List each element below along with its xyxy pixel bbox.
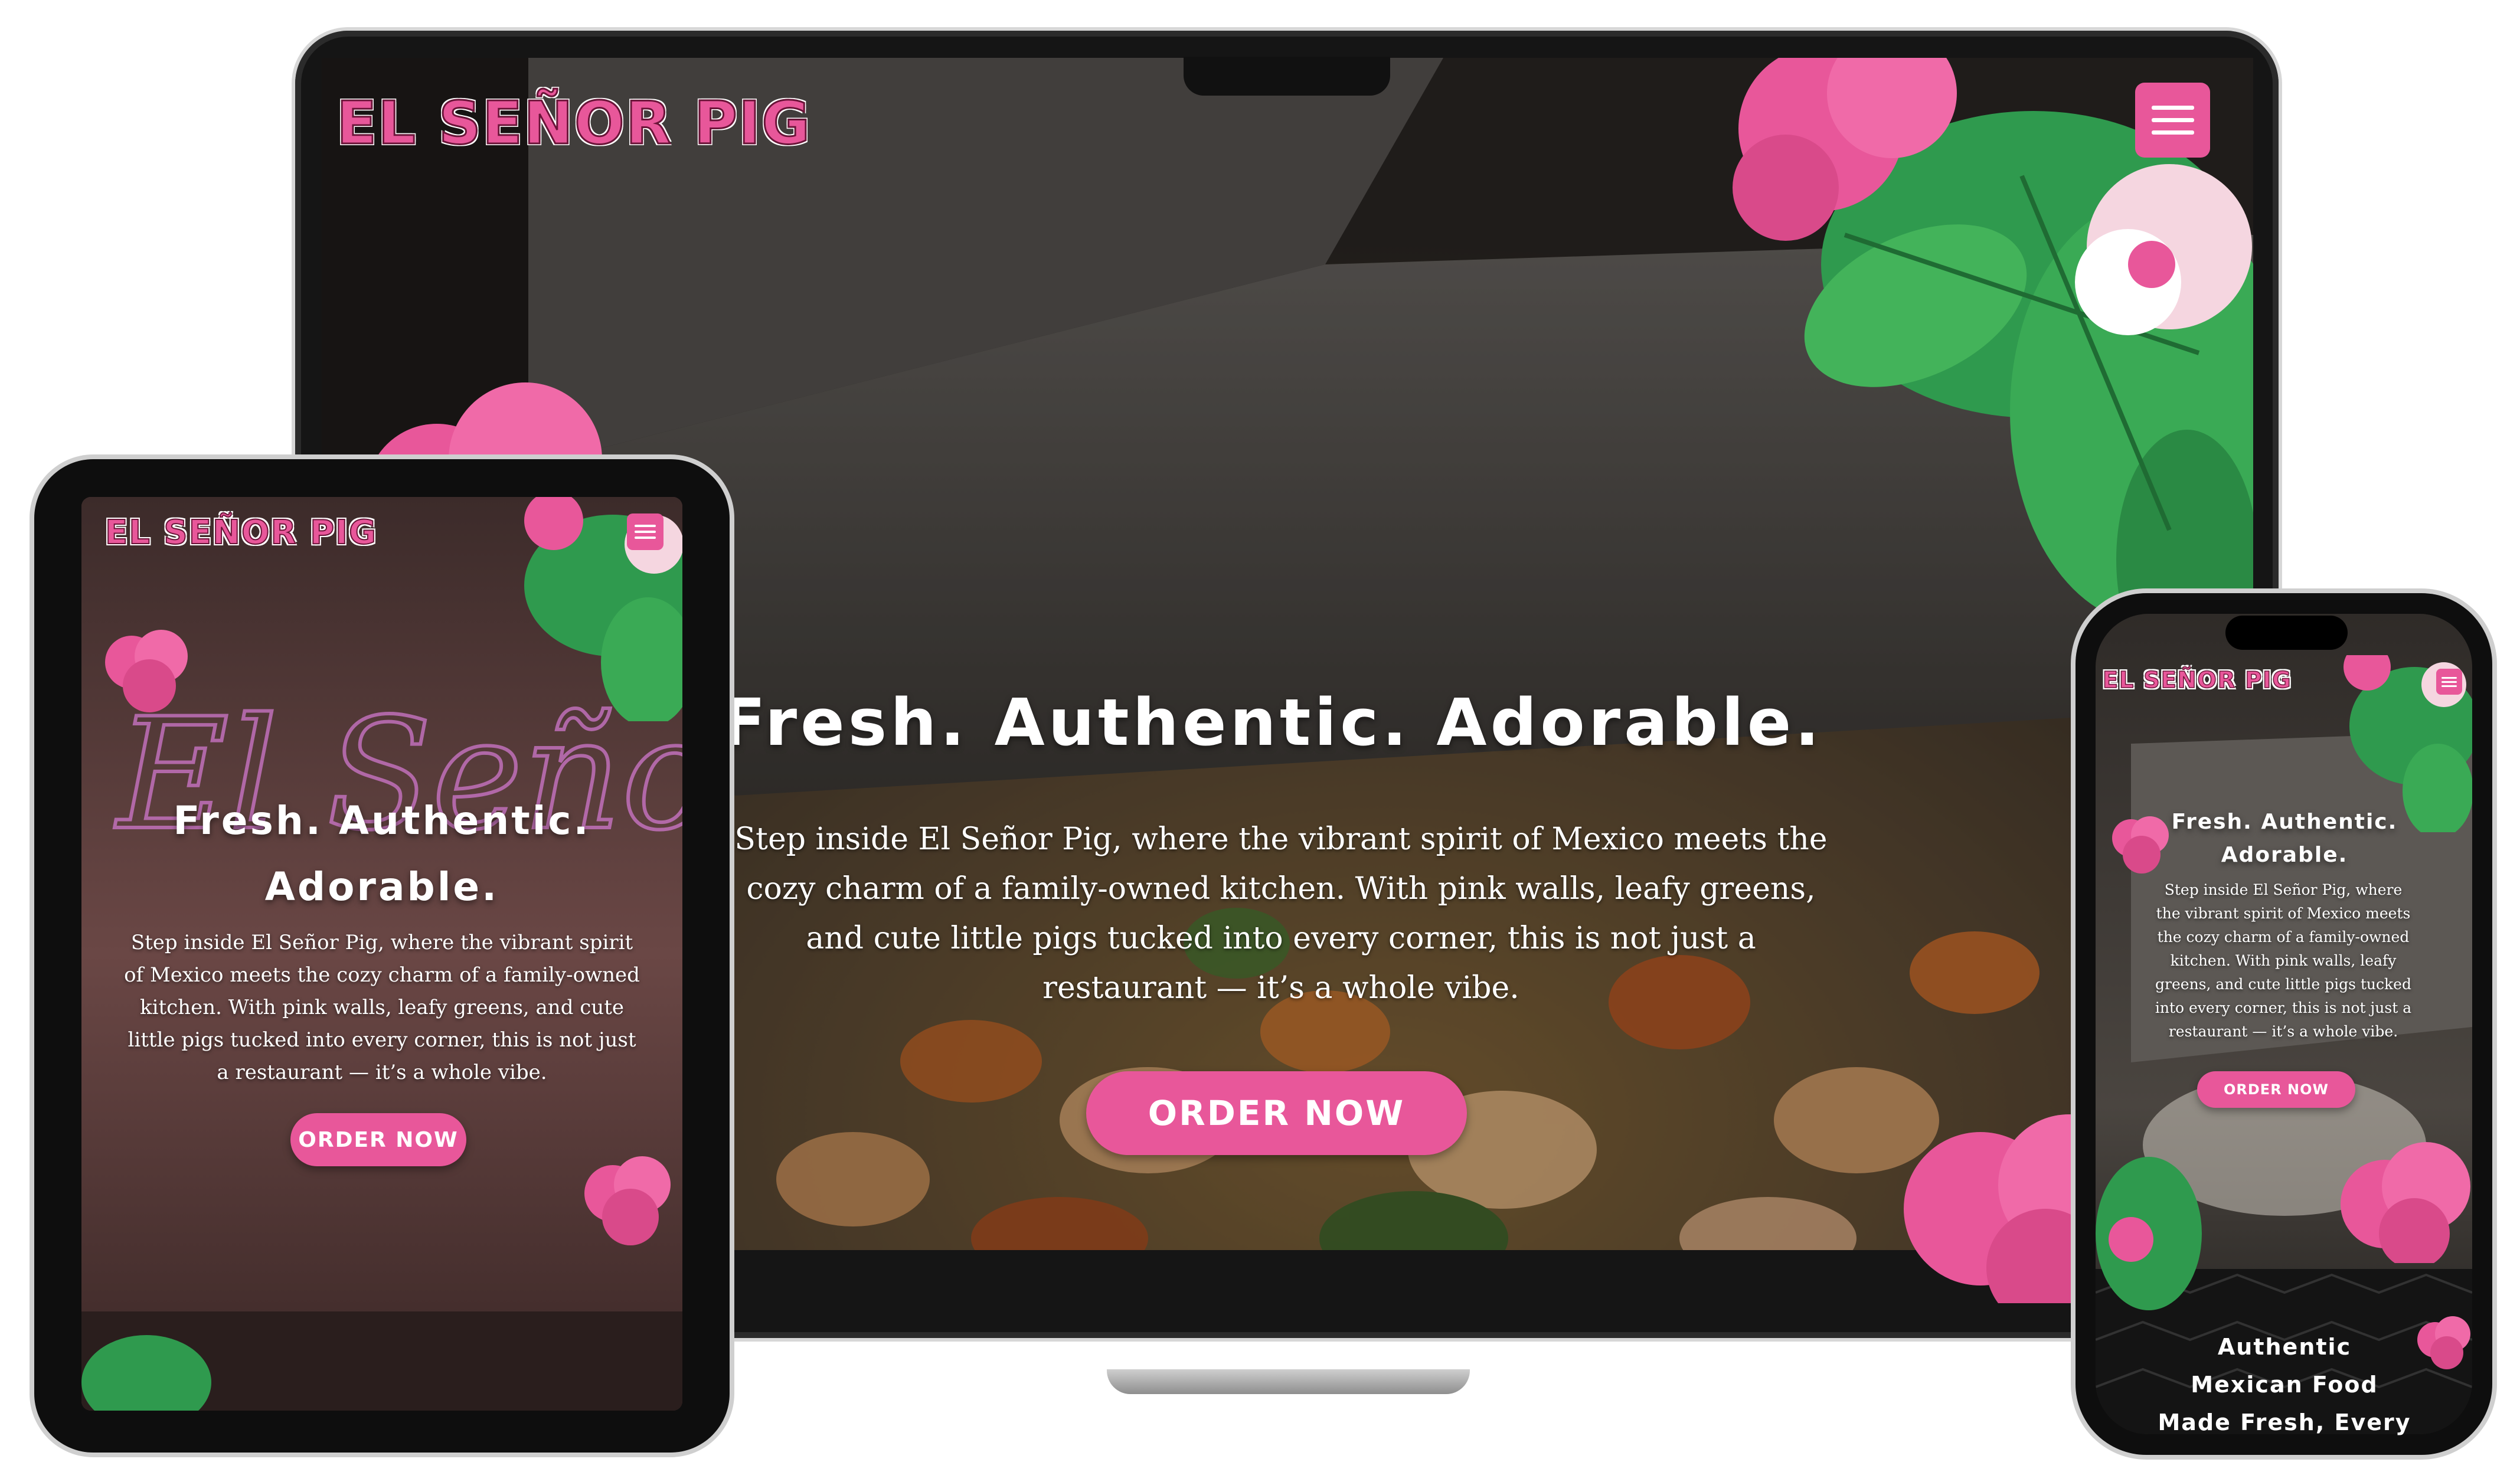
menu-button[interactable]: [2436, 669, 2462, 695]
hero-description: Step inside El Señor Pig, where the vibr…: [124, 931, 640, 1084]
laptop-base: [1107, 1369, 1470, 1394]
hero-title-line-1: Fresh. Authentic.: [2171, 810, 2398, 834]
laptop-camera-notch: [1184, 57, 1390, 96]
site-logo[interactable]: EL SEÑOR PIG: [104, 513, 377, 552]
section-heading-line-3: Made Fresh, Every: [2158, 1409, 2411, 1435]
hero-title: Fresh. Authentic. Adorable.: [2101, 806, 2467, 872]
hero-description: Step inside El Señor Pig, where the vibr…: [2155, 881, 2412, 1040]
hero-title: Fresh. Authentic. Adorable.: [105, 788, 659, 920]
section-heading-line-1: Authentic: [2217, 1334, 2352, 1360]
hero-title: Fresh. Authentic. Adorable.: [721, 685, 1823, 760]
tropical-leaves-decoration: [2096, 1157, 2202, 1310]
menu-button[interactable]: [2135, 83, 2210, 158]
hibiscus-flower-decoration: [584, 1156, 671, 1245]
hibiscus-flower-decoration: [2341, 1142, 2470, 1263]
hero-title-line-2: Adorable.: [2221, 843, 2348, 867]
order-now-button[interactable]: ORDER NOW: [1086, 1071, 1467, 1155]
tropical-leaves-decoration: [81, 1335, 211, 1411]
hero-description: Step inside El Señor Pig, where the vibr…: [734, 822, 1828, 1006]
hamburger-menu-icon: [635, 525, 656, 527]
hibiscus-flower-decoration: [105, 630, 188, 712]
hero-title-line-2: Adorable.: [264, 864, 499, 910]
hamburger-menu-icon: [2441, 676, 2457, 679]
hero-title-line-1: Fresh. Authentic.: [173, 798, 591, 843]
hamburger-menu-icon: [2151, 106, 2194, 110]
site-logo[interactable]: EL SEÑOR PIG: [335, 88, 811, 159]
section-heading-line-2: Mexican Food: [2191, 1372, 2378, 1398]
order-now-button[interactable]: ORDER NOW: [2197, 1071, 2355, 1108]
phone-dynamic-island: [2225, 616, 2348, 650]
menu-button[interactable]: [627, 513, 663, 550]
site-logo[interactable]: EL SEÑOR PIG: [2102, 666, 2292, 694]
order-now-button[interactable]: ORDER NOW: [290, 1113, 466, 1166]
section-heading: Authentic Mexican Food Made Fresh, Every: [2125, 1328, 2444, 1441]
